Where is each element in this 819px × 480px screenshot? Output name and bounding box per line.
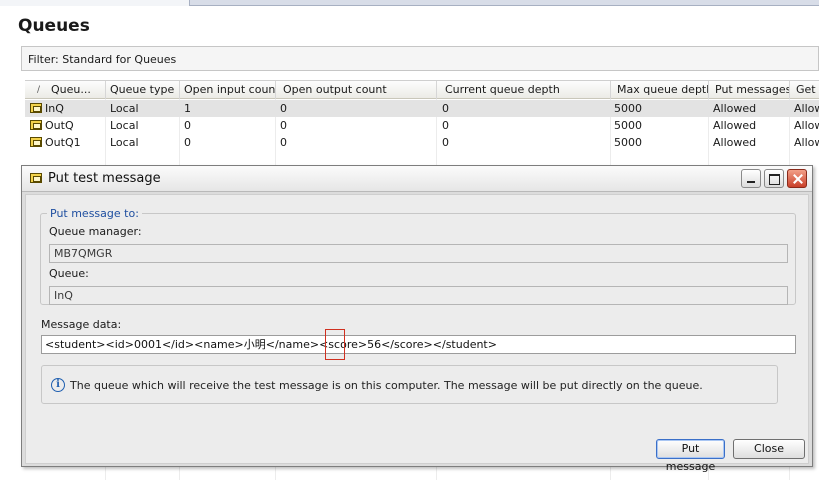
cell-queue-name: InQ bbox=[25, 100, 106, 117]
column-header-put-messages[interactable]: Put messages bbox=[709, 81, 790, 99]
cell-queue-type: Local bbox=[110, 119, 139, 132]
cell-queue-type: Local bbox=[110, 136, 139, 149]
cell-get-messages: Allow bbox=[794, 119, 819, 132]
cell-get-messages: Allow bbox=[794, 136, 819, 149]
queue-icon bbox=[30, 120, 42, 130]
group-legend: Put message to: bbox=[47, 207, 142, 220]
cell-open-input: 1 bbox=[184, 102, 191, 115]
cell-queue-name: OutQ1 bbox=[25, 134, 106, 151]
cell-current-depth: 0 bbox=[442, 119, 449, 132]
column-header-open-input-count[interactable]: Open input count bbox=[180, 81, 276, 99]
dialog-title-bar[interactable]: Put test message bbox=[22, 166, 812, 192]
maximize-button[interactable] bbox=[764, 169, 784, 188]
cell-put-messages: Allowed bbox=[713, 119, 757, 132]
cell-open-output: 0 bbox=[280, 102, 287, 115]
cell-open-output: 0 bbox=[280, 119, 287, 132]
put-test-message-dialog: Put test message Put message to: Queue m… bbox=[21, 165, 813, 473]
close-button[interactable]: Close bbox=[733, 439, 805, 459]
table-row[interactable]: InQ Local 1 0 0 5000 Allowed Allow bbox=[25, 100, 819, 117]
column-header-name[interactable]: ∕ Queu... bbox=[25, 81, 106, 99]
cell-max-depth: 5000 bbox=[614, 136, 642, 149]
page-title: Queues bbox=[18, 16, 90, 36]
cell-max-depth: 5000 bbox=[614, 102, 642, 115]
column-header-label: Queu... bbox=[51, 83, 91, 96]
queue-manager-label: Queue manager: bbox=[49, 225, 142, 238]
cell-queue-name: OutQ bbox=[25, 117, 106, 134]
cell-open-input: 0 bbox=[184, 119, 191, 132]
put-message-button[interactable]: Put message bbox=[656, 439, 725, 473]
column-header-current-queue-depth[interactable]: Current queue depth bbox=[437, 81, 611, 99]
cell-put-messages: Allowed bbox=[713, 136, 757, 149]
column-header-queue-type[interactable]: Queue type bbox=[106, 81, 180, 99]
queue-icon bbox=[30, 173, 42, 183]
cell-get-messages: Allow bbox=[794, 102, 819, 115]
message-data-label: Message data: bbox=[41, 318, 122, 331]
queue-label: Queue: bbox=[49, 267, 89, 280]
column-header-get-messages[interactable]: Get m bbox=[790, 81, 819, 99]
queue-icon bbox=[30, 137, 42, 147]
table-row[interactable]: OutQ Local 0 0 0 5000 Allowed Allow bbox=[25, 117, 819, 134]
minimize-button[interactable] bbox=[741, 169, 761, 188]
put-message-to-group: Put message to: Queue manager: MB7QMGR Q… bbox=[40, 207, 796, 305]
sort-indicator-icon: ∕ bbox=[37, 85, 41, 95]
cell-queue-type: Local bbox=[110, 102, 139, 115]
info-message: i The queue which will receive the test … bbox=[41, 365, 778, 404]
column-header-max-queue-depth[interactable]: Max queue depth bbox=[611, 81, 709, 99]
cell-open-output: 0 bbox=[280, 136, 287, 149]
filter-bar[interactable]: Filter: Standard for Queues bbox=[21, 46, 819, 71]
info-text: The queue which will receive the test me… bbox=[70, 379, 703, 392]
column-header-open-output-count[interactable]: Open output count bbox=[276, 81, 437, 99]
queue-field: InQ bbox=[49, 286, 788, 305]
cell-max-depth: 5000 bbox=[614, 119, 642, 132]
cell-current-depth: 0 bbox=[442, 136, 449, 149]
message-data-input[interactable]: <student><id>0001</id><name>小明</name><sc… bbox=[41, 335, 796, 354]
close-window-button[interactable] bbox=[787, 169, 807, 188]
dialog-body: Put message to: Queue manager: MB7QMGR Q… bbox=[25, 194, 809, 473]
filter-label: Filter: Standard for Queues bbox=[28, 53, 177, 66]
cell-open-input: 0 bbox=[184, 136, 191, 149]
table-row[interactable]: OutQ1 Local 0 0 0 5000 Allowed Allow bbox=[25, 134, 819, 151]
queue-icon bbox=[30, 103, 42, 113]
cell-put-messages: Allowed bbox=[713, 102, 757, 115]
table-header: ∕ Queu... Queue type Open input count Op… bbox=[25, 80, 819, 99]
cell-current-depth: 0 bbox=[442, 102, 449, 115]
dialog-title: Put test message bbox=[48, 171, 161, 186]
queue-manager-field: MB7QMGR bbox=[49, 244, 788, 263]
info-icon: i bbox=[51, 378, 65, 392]
